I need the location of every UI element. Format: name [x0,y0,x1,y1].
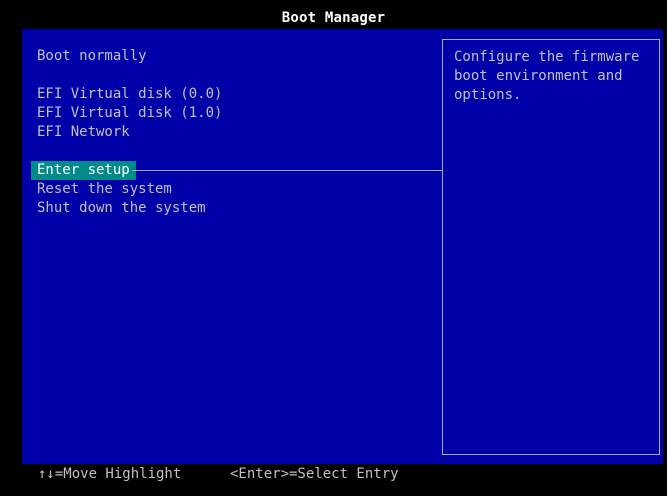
help-text: Configure the firmware boot environment … [454,49,640,103]
menu-item-efi-network[interactable]: EFI Network [31,123,136,142]
menu-item-shut-down-system[interactable]: Shut down the system [31,199,212,218]
footer-move-hint: ↑↓=Move Highlight [38,466,182,482]
boot-manager-panel: Boot normally EFI Virtual disk (0.0) EFI… [22,29,663,464]
footer-select-hint: <Enter>=Select Entry [230,466,399,482]
menu-item-enter-setup[interactable]: Enter setup [31,161,136,180]
selection-divider [132,170,442,171]
boot-menu: Boot normally EFI Virtual disk (0.0) EFI… [22,29,442,464]
menu-item-efi-virtual-disk-0[interactable]: EFI Virtual disk (0.0) [31,85,228,104]
window-title: Boot Manager [281,10,386,26]
menu-item-reset-system[interactable]: Reset the system [31,180,178,199]
help-box: Configure the firmware boot environment … [442,39,660,455]
menu-item-efi-virtual-disk-1[interactable]: EFI Virtual disk (1.0) [31,104,228,123]
menu-item-boot-normally[interactable]: Boot normally [31,47,153,66]
